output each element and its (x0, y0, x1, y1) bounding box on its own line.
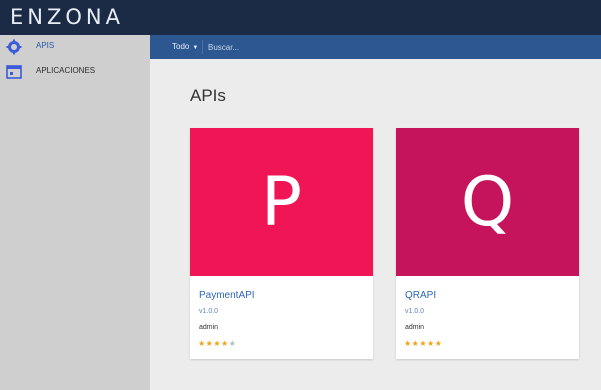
filter-label: Todo (172, 42, 190, 51)
sidebar-item-aplicaciones[interactable]: APLICACIONES (0, 60, 150, 84)
search-bar: Todo ▼ (150, 35, 601, 59)
star-filled-icon: ★ (419, 339, 428, 348)
card-name-link[interactable]: QRAPI (405, 290, 436, 301)
sidebar-item-label: APLICACIONES (36, 66, 96, 75)
divider (202, 40, 203, 54)
api-card-qrapi[interactable]: Q QRAPI v1.0.0 admin ★★★★★ (396, 128, 579, 359)
filter-dropdown[interactable]: Todo ▼ (172, 42, 198, 51)
search-input[interactable] (208, 38, 588, 56)
sidebar-item-apis[interactable]: APIS (0, 35, 150, 59)
gear-icon (6, 39, 22, 55)
star-filled-icon: ★ (198, 339, 206, 348)
sidebar-item-label: APIS (36, 41, 55, 50)
star-filled-icon: ★ (434, 339, 443, 348)
card-owner: admin (199, 324, 219, 331)
star-filled-icon: ★ (404, 339, 412, 348)
rating-stars: ★★★★★ (198, 339, 236, 348)
caret-down-icon: ▼ (192, 45, 199, 51)
card-banner[interactable]: P (190, 128, 373, 276)
page-title: APIs (190, 86, 226, 105)
star-filled-icon: ★ (427, 339, 435, 348)
enzona-logo[interactable]: ENZONA (10, 5, 124, 29)
card-name-link[interactable]: PaymentAPI (199, 290, 255, 301)
card-letter: Q (460, 162, 515, 242)
card-owner: admin (405, 324, 425, 331)
star-empty-icon: ★ (228, 339, 237, 348)
star-filled-icon: ★ (221, 339, 229, 348)
card-banner[interactable]: Q (396, 128, 579, 276)
rating-stars: ★★★★★ (404, 339, 442, 348)
api-card-paymentapi[interactable]: P PaymentAPI v1.0.0 admin ★★★★★ (190, 128, 373, 359)
top-bar: ENZONA (0, 0, 601, 35)
window-icon (6, 64, 22, 80)
card-version: v1.0.0 (405, 308, 425, 315)
star-filled-icon: ★ (213, 339, 222, 348)
card-version: v1.0.0 (199, 308, 219, 315)
card-letter: P (260, 162, 302, 242)
sidebar: APIS APLICACIONES (0, 35, 150, 390)
main-content: APIs P PaymentAPI v1.0.0 admin ★★★★★ Q Q… (150, 59, 601, 390)
